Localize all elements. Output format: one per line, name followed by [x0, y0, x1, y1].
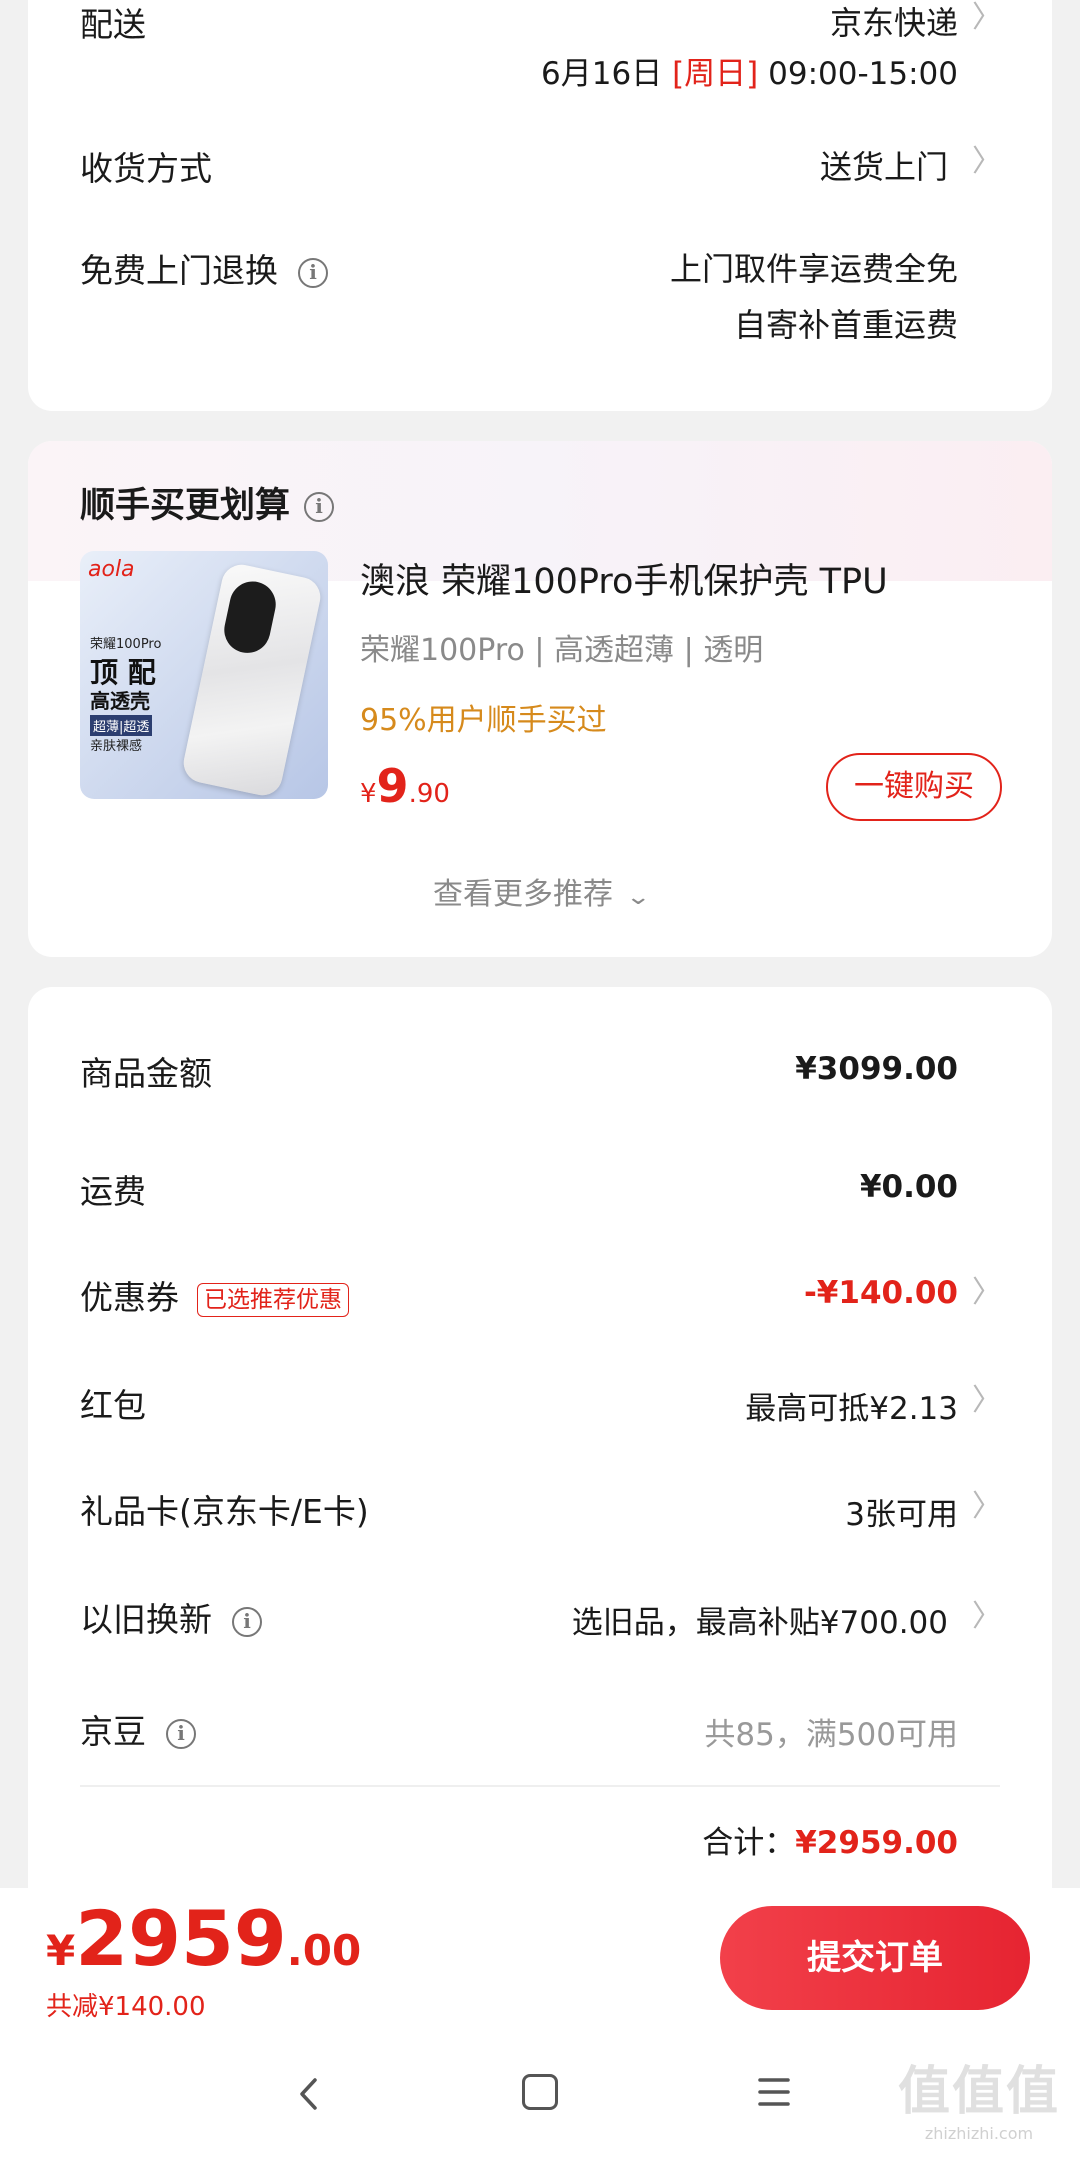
final-price-int: 2959: [75, 1894, 287, 1983]
summary-total-label: 合计：: [702, 1825, 796, 1861]
trade-in-label: 以旧换新 i: [80, 1593, 262, 1641]
info-icon[interactable]: i: [298, 257, 328, 288]
product-title[interactable]: 澳浪 荣耀100Pro手机保护壳 TPU: [360, 553, 888, 604]
checkout-bar: ¥2959.00 共减¥140.00 提交订单: [0, 1888, 1080, 2038]
phone-case-graphic: [180, 561, 324, 799]
free-return-label-text: 免费上门退换: [80, 251, 278, 290]
receive-method-row[interactable]: 收货方式 送货上门 〉: [80, 136, 1002, 196]
product-price: ¥9.90: [360, 759, 450, 813]
product-image-tag2: 亲肤裸感: [90, 739, 143, 754]
receive-method-label: 收货方式: [80, 149, 212, 188]
summary-row-gift-card[interactable]: 礼品卡(京东卡/E卡) 3张可用 〉: [80, 1485, 1002, 1535]
chevron-right-icon: 〉: [972, 0, 1002, 35]
receive-method-value: 送货上门: [819, 148, 948, 186]
free-return-row: 免费上门退换 i 上门取件享运费全免 自寄补首重运费: [80, 242, 1000, 362]
submit-order-button[interactable]: 提交订单: [720, 1906, 1030, 2010]
free-return-label: 免费上门退换 i: [80, 244, 328, 292]
more-recommend-link[interactable]: 查看更多推荐 ⌄: [28, 869, 1052, 913]
chevron-right-icon: 〉: [972, 1383, 1002, 1418]
summary-total-value: ¥2959.00: [795, 1825, 958, 1861]
gift-card-label: 礼品卡(京东卡/E卡): [80, 1492, 369, 1531]
product-specs: 荣耀100Pro | 高透超薄 | 透明: [360, 633, 764, 668]
system-nav-bar: 值值值 zhizhizhi.com: [0, 2038, 1080, 2157]
product-image-model: 荣耀100Pro: [90, 637, 162, 652]
product-price-symbol: ¥: [360, 779, 377, 809]
product-image[interactable]: aola 荣耀100Pro 顶 配 高透壳 超薄|超透 亲肤裸感: [80, 551, 328, 799]
summary-row-trade-in[interactable]: 以旧换新 i 选旧品，最高补贴¥700.00 〉: [80, 1593, 1002, 1643]
final-price-dec: .00: [286, 1926, 362, 1975]
chevron-right-icon: 〉: [972, 1275, 1002, 1310]
trade-in-value: 选旧品，最高补贴¥700.00: [571, 1605, 948, 1641]
product-tagline: 95%用户顺手买过: [360, 703, 607, 738]
price-summary-card: 商品金额 ¥3099.00 运费 ¥0.00 优惠券 已选推荐优惠 -¥140.0…: [28, 987, 1052, 1907]
chevron-right-icon: 〉: [972, 144, 1002, 179]
jd-beans-label-text: 京豆: [80, 1712, 146, 1751]
chevron-right-icon: 〉: [972, 1599, 1002, 1634]
summary-row-coupon[interactable]: 优惠券 已选推荐优惠 -¥140.00 〉: [80, 1271, 1002, 1321]
coupon-label: 优惠券 已选推荐优惠: [80, 1271, 349, 1319]
product-image-tag1: 超薄|超透: [90, 715, 153, 736]
jd-beans-label: 京豆 i: [80, 1705, 196, 1753]
watermark: 值值值 zhizhizhi.com: [898, 2049, 1060, 2143]
coupon-selected-tag: 已选推荐优惠: [197, 1282, 349, 1317]
final-price: ¥2959.00: [46, 1894, 361, 1983]
camera-module-graphic: [220, 577, 280, 658]
product-price-dec: .90: [408, 779, 450, 809]
nav-home-icon[interactable]: [522, 2074, 558, 2110]
nav-menu-icon[interactable]: [758, 2074, 790, 2110]
watermark-url: zhizhizhi.com: [924, 2124, 1034, 2143]
recommend-title: 顺手买更划算 i: [80, 477, 335, 528]
delivery-hours: 09:00-15:00: [768, 56, 958, 92]
recommend-title-text: 顺手买更划算: [80, 486, 291, 526]
delivery-card: 配送 京东快递 〉 6月16日 [周日] 09:00-15:00 收货方式 送货…: [28, 0, 1052, 411]
goods-amount-value: ¥3099.00: [795, 1051, 958, 1087]
delivery-row[interactable]: 配送 京东快递 〉 6月16日 [周日] 09:00-15:00: [80, 0, 1002, 96]
red-packet-label: 红包: [80, 1386, 146, 1425]
product-image-brand: aola: [88, 557, 135, 582]
free-return-line1: 上门取件享运费全免: [669, 250, 958, 288]
delivery-date: 6月16日: [541, 56, 663, 92]
info-icon[interactable]: i: [166, 1718, 196, 1749]
info-icon[interactable]: i: [232, 1606, 262, 1637]
recommend-card: 顺手买更划算 i aola 荣耀100Pro 顶 配 高透壳 超薄|超透 亲肤裸感…: [28, 441, 1052, 957]
jd-beans-value: 共85，满500可用: [704, 1717, 958, 1753]
delivery-time: 6月16日 [周日] 09:00-15:00: [541, 48, 958, 93]
product-price-int: 9: [376, 759, 409, 813]
red-packet-value: 最高可抵¥2.13: [745, 1391, 958, 1427]
summary-row-red-packet[interactable]: 红包 最高可抵¥2.13 〉: [80, 1379, 1002, 1429]
total-saved: 共减¥140.00: [46, 1992, 206, 2022]
summary-total: 合计：¥2959.00: [702, 1817, 958, 1862]
product-image-sub: 高透壳: [90, 689, 150, 713]
coupon-label-text: 优惠券: [80, 1278, 179, 1317]
trade-in-label-text: 以旧换新: [80, 1600, 212, 1639]
final-price-symbol: ¥: [46, 1926, 76, 1975]
watermark-glyphs: 值值值: [897, 2062, 1060, 2122]
more-recommend-label: 查看更多推荐: [433, 877, 613, 912]
one-click-buy-button[interactable]: 一键购买: [826, 753, 1002, 821]
delivery-weekday: [周日]: [672, 56, 759, 92]
chevron-right-icon: 〉: [972, 1489, 1002, 1524]
info-icon[interactable]: i: [304, 492, 335, 522]
gift-card-value: 3张可用: [845, 1497, 958, 1533]
delivery-label: 配送: [80, 5, 146, 44]
shipping-value: ¥0.00: [859, 1169, 958, 1205]
free-return-line2: 自寄补首重运费: [733, 306, 958, 344]
summary-row-shipping: 运费 ¥0.00: [80, 1165, 1000, 1215]
summary-row-jd-beans: 京豆 i 共85，满500可用: [80, 1705, 1000, 1755]
goods-amount-label: 商品金额: [80, 1054, 212, 1093]
nav-back-icon[interactable]: [290, 2074, 330, 2114]
chevron-down-icon: ⌄: [624, 885, 651, 910]
coupon-value: -¥140.00: [803, 1275, 958, 1311]
shipping-label: 运费: [80, 1172, 146, 1211]
delivery-carrier: 京东快递: [829, 4, 958, 42]
summary-divider: [80, 1785, 1000, 1787]
summary-row-goods-amount: 商品金额 ¥3099.00: [80, 1047, 1000, 1097]
